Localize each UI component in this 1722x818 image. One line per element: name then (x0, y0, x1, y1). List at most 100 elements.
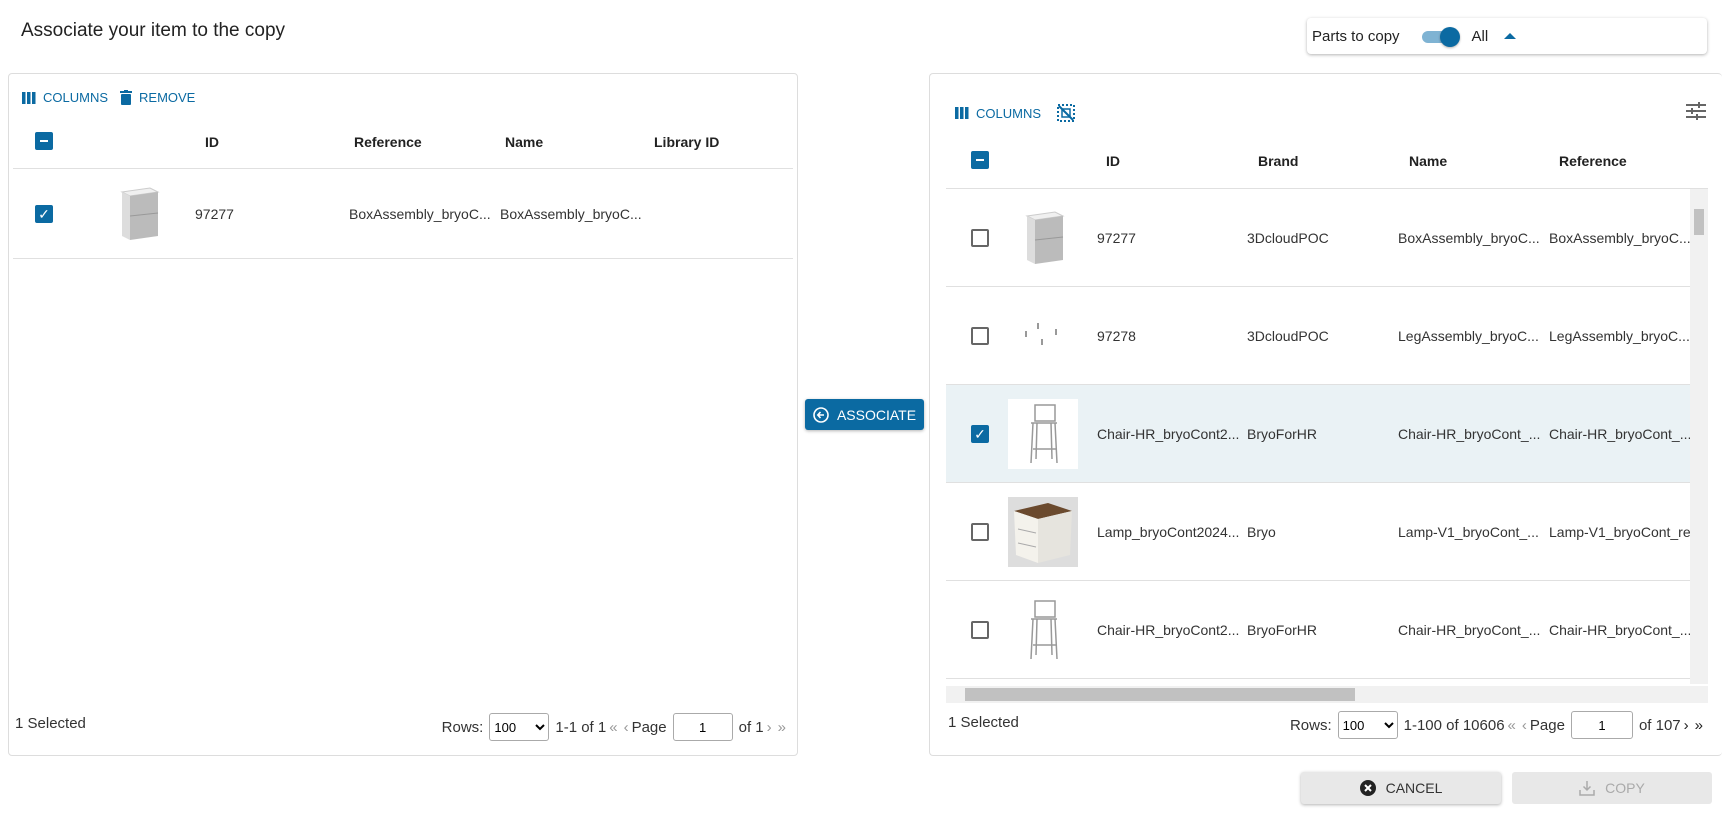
item-thumbnail (1008, 301, 1078, 371)
select-all-checkbox[interactable] (35, 132, 53, 150)
rows-label: Rows: (1289, 716, 1332, 734)
cancel-button[interactable]: CANCEL (1301, 772, 1501, 804)
remove-button[interactable]: REMOVE (120, 90, 195, 105)
columns-icon (22, 91, 36, 104)
row-checkbox[interactable] (971, 522, 989, 541)
table-row[interactable]: Chair-HR_bryoCont2... BryoForHR Chair-HR… (946, 581, 1690, 679)
rows-per-page-select[interactable]: 100 (489, 713, 550, 741)
deselect-icon[interactable] (1057, 104, 1076, 122)
vertical-scrollbar[interactable] (1690, 189, 1708, 684)
first-page-icon[interactable]: « (609, 719, 617, 736)
page-input[interactable] (1570, 711, 1633, 739)
select-all-checkbox[interactable] (971, 151, 989, 169)
item-thumbnail (1008, 203, 1078, 273)
cell-id: 97277 (1097, 229, 1136, 246)
pagination: Rows: 100 1-100 of 10606 «‹ Page of 107 … (1290, 711, 1706, 739)
parts-value[interactable]: All (1472, 28, 1489, 45)
cancel-label: CANCEL (1385, 780, 1443, 796)
header-reference[interactable]: Reference (1559, 153, 1627, 169)
row-checkbox[interactable] (971, 620, 989, 639)
page-input[interactable] (672, 713, 733, 741)
rows-label: Rows: (441, 718, 484, 736)
parts-toggle[interactable] (1420, 27, 1460, 47)
table-row[interactable]: 97278 3DcloudPOC LegAssembly_bryoC... Le… (946, 287, 1690, 385)
cell-reference: Chair-HR_bryoCont_... (1549, 425, 1690, 442)
catalog-items-panel: COLUMNS ID Brand Name Reference 97277 3D… (929, 73, 1722, 756)
download-icon (1579, 781, 1595, 796)
selected-count: 1 Selected (15, 715, 86, 732)
cell-reference: Lamp-V1_bryoCont_re (1549, 523, 1690, 540)
table-row[interactable]: 97277 3DcloudPOC BoxAssembly_bryoC... Bo… (946, 189, 1690, 287)
page-label: Page (631, 718, 667, 736)
cell-id: Lamp_bryoCont2024... (1097, 523, 1240, 540)
prev-page-icon[interactable]: ‹ (1522, 717, 1527, 734)
parts-to-copy: Parts to copy All (1307, 18, 1707, 54)
header-name[interactable]: Name (1409, 153, 1447, 169)
row-checkbox[interactable] (971, 326, 989, 345)
header-id[interactable]: ID (1106, 153, 1120, 169)
columns-button[interactable]: COLUMNS (955, 106, 1041, 121)
cell-name: Lamp-V1_bryoCont_... (1398, 523, 1539, 540)
range-text: 1-100 of 10606 (1403, 716, 1505, 734)
page-total: of 1 (738, 718, 764, 736)
cell-reference: Chair-HR_bryoCont_... (1549, 621, 1690, 638)
last-page-icon[interactable]: » (778, 719, 786, 736)
cell-name: BoxAssembly_bryoC... (500, 205, 642, 222)
cell-reference: BoxAssembly_bryoC... (1549, 229, 1690, 246)
last-page-icon[interactable]: » (1695, 717, 1703, 734)
next-page-icon[interactable]: › (1684, 717, 1689, 734)
cell-name: BoxAssembly_bryoC... (1398, 229, 1540, 246)
caret-up-icon[interactable] (1504, 33, 1517, 39)
columns-icon (955, 107, 969, 119)
catalog-table-body: 97277 3DcloudPOC BoxAssembly_bryoC... Bo… (946, 189, 1690, 684)
table-row[interactable]: ✓ 97277 BoxAssembly_bryoC... BoxAssembly… (13, 169, 793, 259)
cell-id: Chair-HR_bryoCont2... (1097, 621, 1240, 638)
cell-brand: BryoForHR (1247, 425, 1318, 442)
columns-button[interactable]: COLUMNS (22, 90, 108, 105)
row-checkbox[interactable] (971, 228, 989, 247)
row-checkbox[interactable]: ✓ (35, 204, 53, 223)
header-id[interactable]: ID (205, 134, 219, 150)
cancel-circle-icon (1359, 780, 1376, 796)
prev-page-icon[interactable]: ‹ (624, 719, 629, 736)
associate-label: ASSOCIATE (836, 406, 917, 423)
cell-id: 97277 (195, 205, 234, 222)
item-thumbnail (1008, 398, 1078, 469)
range-text: 1-1 of 1 (555, 718, 607, 736)
header-brand[interactable]: Brand (1258, 153, 1298, 169)
table-row[interactable]: ✓ Chair-HR_bryoCont2... BryoForHR Chair-… (946, 385, 1690, 483)
first-page-icon[interactable]: « (1508, 717, 1516, 734)
row-checkbox[interactable]: ✓ (971, 424, 989, 443)
copy-label: COPY (1605, 780, 1645, 796)
header-library-id[interactable]: Library ID (654, 134, 719, 150)
cell-brand: 3DcloudPOC (1247, 229, 1329, 246)
header-name[interactable]: Name (505, 134, 543, 150)
parts-to-copy-label: Parts to copy (1312, 27, 1400, 45)
cell-brand: Bryo (1247, 523, 1276, 540)
columns-label: COLUMNS (43, 90, 109, 105)
cell-name: Chair-HR_bryoCont_... (1398, 621, 1541, 638)
remove-label: REMOVE (139, 90, 196, 105)
table-row[interactable]: Lamp_bryoCont2024... Bryo Lamp-V1_bryoCo… (946, 483, 1690, 581)
horizontal-scrollbar[interactable] (946, 686, 1708, 703)
cabinet-image (120, 186, 160, 240)
header-reference[interactable]: Reference (354, 134, 422, 150)
page-label: Page (1529, 716, 1565, 734)
pagination: Rows: 100 1-1 of 1 « ‹ Page of 1 › » (442, 713, 789, 741)
item-thumbnail (1008, 496, 1078, 567)
rows-per-page-select[interactable]: 100 (1337, 711, 1398, 739)
dialog-title: Associate your item to the copy (21, 20, 286, 41)
associate-button[interactable]: ASSOCIATE (805, 399, 924, 430)
next-page-icon[interactable]: › (767, 719, 772, 736)
arrow-left-circle-icon (813, 406, 829, 423)
cell-id: 97278 (1097, 327, 1136, 344)
columns-label: COLUMNS (976, 105, 1042, 121)
selected-count: 1 Selected (948, 714, 1019, 731)
copy-button[interactable]: COPY (1512, 772, 1712, 804)
associated-items-panel: COLUMNS REMOVE ID Reference Name Library… (8, 73, 798, 756)
item-thumbnail (1008, 595, 1078, 665)
cell-reference: LegAssembly_bryoC... (1549, 327, 1690, 344)
filter-settings-icon[interactable] (1686, 102, 1706, 120)
cell-name: Chair-HR_bryoCont_... (1398, 425, 1541, 442)
item-thumbnail (103, 179, 173, 249)
